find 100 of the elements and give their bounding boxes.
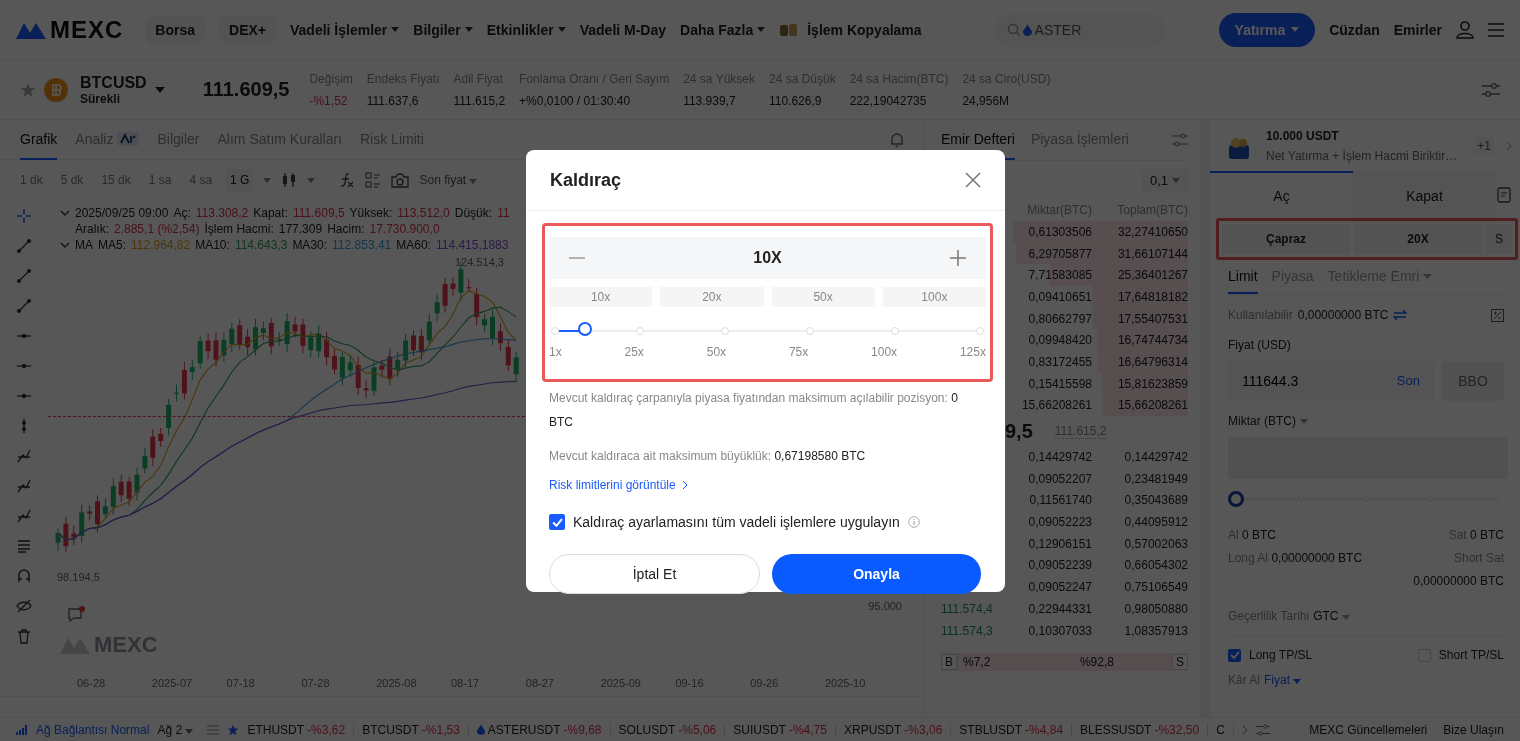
nav-link[interactable]: DEX+ bbox=[219, 15, 276, 44]
ticker-item[interactable]: STBLUSDT -%4,84 bbox=[959, 722, 1073, 737]
caret-icon[interactable] bbox=[557, 27, 566, 32]
order-type-tab[interactable]: Limit bbox=[1228, 260, 1258, 294]
caret-icon[interactable] bbox=[1341, 615, 1350, 620]
leverage-stepper[interactable]: 10X bbox=[549, 237, 986, 279]
promo-title[interactable]: 10.000 USDT bbox=[1266, 129, 1463, 143]
ticker-item[interactable]: SUIUSDT -%4,75 bbox=[733, 722, 836, 737]
settings-icon[interactable] bbox=[1172, 133, 1188, 147]
field-label[interactable]: Miktar (BTC) bbox=[1228, 411, 1504, 431]
leverage-button[interactable]: 20X bbox=[1354, 224, 1482, 254]
caret-icon[interactable] bbox=[1172, 177, 1180, 183]
checkbox-label[interactable]: Kaldıraç ayarlamasını tüm vadeli işlemlere uygulayın bbox=[573, 514, 900, 530]
nav-link[interactable]: Vadeli M-Day bbox=[579, 21, 667, 38]
user-icon[interactable] bbox=[1456, 20, 1474, 39]
caret-icon[interactable] bbox=[391, 27, 400, 32]
amount-cell-text: 0,09052239 bbox=[1027, 558, 1092, 573]
checkbox-label[interactable]: Long TP/SL bbox=[1249, 648, 1313, 662]
nav-link[interactable]: Daha Fazla bbox=[680, 21, 766, 38]
caret-icon[interactable] bbox=[1291, 27, 1300, 32]
trash-icon[interactable] bbox=[16, 628, 32, 644]
last-price-button[interactable]: Son bbox=[1396, 373, 1420, 388]
contact-link[interactable]: Bize Ulaşın bbox=[1443, 722, 1504, 737]
ticker-item[interactable]: SOLUSDT -%5,06 bbox=[618, 722, 726, 737]
node-dropdown[interactable]: Ağ 2 bbox=[157, 722, 194, 737]
preset-button[interactable]: 100x bbox=[882, 287, 986, 307]
crosshair-icon[interactable] bbox=[16, 208, 32, 224]
symbol-name[interactable]: BTCUSD bbox=[80, 73, 147, 92]
bell-icon[interactable] bbox=[890, 131, 904, 148]
margin-mode-button[interactable]: Çapraz bbox=[1222, 224, 1350, 254]
ticker-item[interactable]: BTCUSDT -%1,53 bbox=[362, 722, 469, 737]
cancel-button[interactable]: İptal Et bbox=[549, 554, 760, 594]
ticker-item[interactable]: ASTERUSDT -%9,68 bbox=[476, 722, 611, 737]
ticker-item[interactable]: BLESSUSDT -%32,50 bbox=[1080, 722, 1209, 737]
chart-tab[interactable]: Grafik bbox=[20, 119, 58, 160]
logo-text[interactable]: MEXC bbox=[50, 15, 124, 44]
position-mode-button[interactable]: S bbox=[1486, 224, 1512, 254]
ray-tool-icon[interactable] bbox=[16, 268, 32, 284]
caret-icon[interactable] bbox=[263, 177, 272, 183]
ray-tool-icon[interactable] bbox=[16, 298, 32, 314]
total-cell-text: 16,64796314 bbox=[1116, 354, 1188, 369]
price-type-dropdown[interactable]: Son fiyat bbox=[419, 173, 478, 187]
collapse-icon[interactable] bbox=[60, 210, 70, 216]
chevron-right-icon[interactable] bbox=[1241, 724, 1248, 735]
updates-link[interactable]: MEXC Güncellemeleri bbox=[1309, 722, 1428, 737]
deposit-button[interactable]: Yatırma bbox=[1218, 12, 1316, 47]
plus-icon[interactable] bbox=[950, 250, 966, 266]
header-link[interactable]: Cüzdan bbox=[1329, 21, 1380, 38]
ticker-item[interactable]: XRPUSDT -%3,06 bbox=[843, 722, 952, 737]
nav-link[interactable]: Vadeli İşlemler bbox=[290, 21, 400, 38]
function-icon[interactable] bbox=[339, 172, 356, 188]
star-icon[interactable] bbox=[20, 81, 36, 98]
preset-button[interactable]: 20x bbox=[660, 287, 764, 307]
settings-icon[interactable] bbox=[1255, 723, 1270, 736]
ticker-item[interactable]: C bbox=[1216, 722, 1234, 737]
caret-icon[interactable] bbox=[469, 179, 478, 184]
timeframe-option[interactable]: 1 G bbox=[226, 169, 254, 191]
list-icon[interactable] bbox=[16, 538, 32, 554]
nav-link[interactable]: İşlem Kopyalama bbox=[779, 21, 922, 38]
caret-icon[interactable] bbox=[757, 27, 766, 32]
chat-icon[interactable] bbox=[66, 605, 86, 625]
slider-tick-label: 100x bbox=[871, 345, 898, 359]
caret-icon[interactable] bbox=[185, 728, 194, 734]
book-icon[interactable] bbox=[1496, 187, 1512, 203]
nav-link[interactable]: Etkinlikler bbox=[486, 21, 566, 38]
caret-icon[interactable] bbox=[1293, 679, 1302, 684]
confirm-button[interactable]: Onayla bbox=[772, 554, 981, 594]
take-profit-mode[interactable]: Fiyat bbox=[1264, 673, 1302, 687]
caret-icon[interactable] bbox=[1300, 418, 1308, 424]
validity-dropdown[interactable]: GTC bbox=[1313, 609, 1350, 623]
settings-icon[interactable] bbox=[1482, 81, 1500, 98]
eye-off-icon[interactable] bbox=[16, 598, 32, 614]
checkbox[interactable] bbox=[1228, 648, 1241, 662]
checkbox[interactable] bbox=[549, 514, 565, 530]
collapse-icon[interactable] bbox=[60, 242, 70, 248]
close-icon[interactable] bbox=[965, 172, 981, 188]
camera-icon[interactable] bbox=[391, 172, 410, 188]
caret-icon[interactable] bbox=[154, 86, 165, 93]
header-link[interactable]: Emirler bbox=[1393, 21, 1442, 38]
indicator-list-icon[interactable] bbox=[365, 172, 382, 188]
info-icon[interactable] bbox=[907, 516, 920, 528]
candlestick-icon[interactable] bbox=[281, 172, 298, 188]
preset-button[interactable]: 50x bbox=[771, 287, 875, 307]
magnet-icon[interactable] bbox=[16, 568, 32, 584]
calculator-icon[interactable] bbox=[1491, 308, 1504, 322]
caret-icon[interactable] bbox=[307, 177, 316, 183]
risk-limits-link[interactable]: Risk limitlerini görüntüle bbox=[549, 478, 688, 492]
checkbox-label[interactable]: Short TP/SL bbox=[1438, 648, 1504, 662]
coin-icon bbox=[44, 77, 68, 102]
chevron-right-icon[interactable] bbox=[681, 480, 688, 490]
nav-link[interactable]: Borsa bbox=[145, 15, 206, 44]
transfer-icon[interactable] bbox=[1393, 309, 1408, 321]
caret-icon[interactable] bbox=[464, 27, 473, 32]
nav-link[interactable]: Bilgiler bbox=[413, 21, 473, 38]
line-tool-icon[interactable] bbox=[16, 238, 32, 254]
ticker-item[interactable]: ETHUSDT -%3,62 bbox=[247, 722, 355, 737]
menu-icon[interactable] bbox=[1488, 22, 1504, 37]
star-icon[interactable] bbox=[227, 723, 240, 736]
preset-button[interactable]: 10x bbox=[549, 287, 653, 307]
caret-icon[interactable] bbox=[1423, 273, 1433, 279]
